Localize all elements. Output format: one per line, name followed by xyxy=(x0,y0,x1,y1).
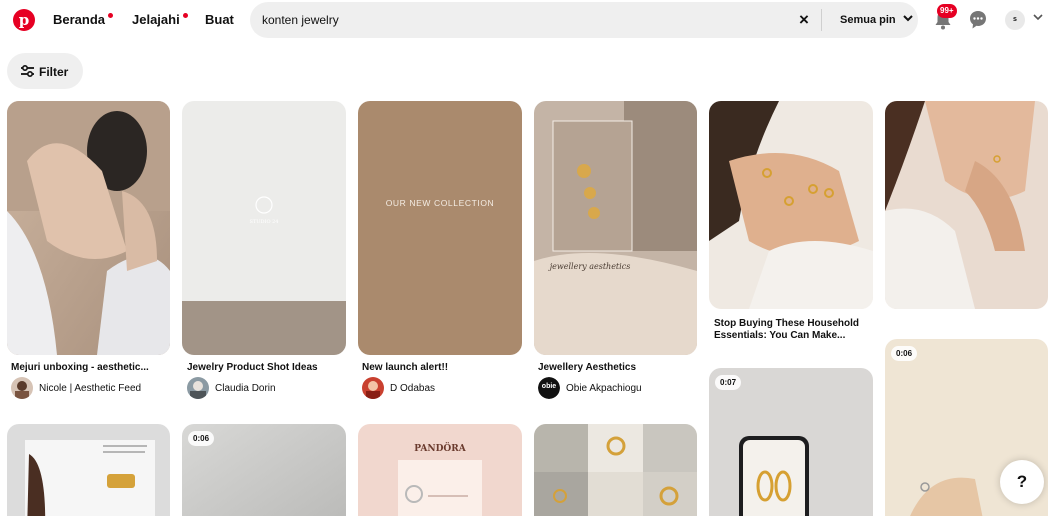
top-navigation-bar: p Beranda Jelajahi Buat konten jewelry ×… xyxy=(0,0,1048,40)
pin-card-image[interactable]: jewellery aesthetics xyxy=(534,101,697,355)
pin-card-image[interactable]: 0:06 xyxy=(182,424,346,516)
nav-explore[interactable]: Jelajahi xyxy=(132,12,188,27)
pin-card-image[interactable] xyxy=(709,101,873,309)
search-scope-dropdown[interactable]: Semua pin xyxy=(840,14,913,26)
nav-explore-label: Jelajahi xyxy=(132,12,180,27)
search-input[interactable]: konten jewelry xyxy=(262,13,339,27)
pin-card-image[interactable] xyxy=(534,424,697,516)
pin-title[interactable]: New launch alert!! xyxy=(362,362,519,374)
pin-title[interactable]: Mejuri unboxing - aesthetic... xyxy=(11,362,168,374)
pin-author-avatar[interactable] xyxy=(187,377,209,399)
pin-card-image[interactable]: OUR NEW COLLECTION xyxy=(358,101,522,355)
collection-overlay-text: OUR NEW COLLECTION xyxy=(386,198,495,208)
nav-create[interactable]: Buat xyxy=(205,12,234,27)
nav-home-label: Beranda xyxy=(53,12,106,27)
filter-button[interactable]: Filter xyxy=(7,53,83,89)
video-duration-badge: 0:06 xyxy=(188,431,215,446)
help-button[interactable]: ? xyxy=(1000,460,1044,504)
product-shot-photo: STUDIO 24 xyxy=(182,101,346,355)
search-bar[interactable]: konten jewelry × Semua pin xyxy=(250,2,918,38)
pin-card-image[interactable] xyxy=(885,101,1048,309)
video-duration-badge: 0:07 xyxy=(715,375,742,390)
nav-create-label: Buat xyxy=(205,12,234,27)
notifications-badge: 99+ xyxy=(937,4,957,18)
rings-hands-photo xyxy=(709,101,873,309)
pin-author-avatar[interactable] xyxy=(362,377,384,399)
nav-home[interactable]: Beranda xyxy=(53,12,114,27)
user-avatar[interactable]: s xyxy=(1005,10,1025,30)
pinterest-logo-icon[interactable]: p xyxy=(13,9,35,31)
obie-logo-text: obie xyxy=(541,383,557,390)
pin-author-name[interactable]: Obie Akpachiogu xyxy=(566,383,642,394)
pin-author-name[interactable]: Claudia Dorin xyxy=(215,383,276,394)
pandora-ad-photo: PANDÖRA xyxy=(358,424,522,516)
home-notification-dot xyxy=(108,13,114,18)
studio-logo-text: STUDIO 24 xyxy=(249,219,278,225)
ring-brochure-photo xyxy=(7,424,170,516)
neck-hand-photo xyxy=(885,101,1048,309)
filter-label: Filter xyxy=(39,65,69,79)
pin-title[interactable]: Jewellery Aesthetics xyxy=(538,362,695,374)
pin-author-avatar[interactable]: obie xyxy=(538,377,560,399)
new-collection-photo: OUR NEW COLLECTION xyxy=(358,101,522,355)
search-scope-label: Semua pin xyxy=(840,14,896,26)
hands-photo xyxy=(7,101,170,355)
search-divider xyxy=(821,9,822,31)
pin-title-line[interactable]: Essentials: You Can Make... xyxy=(714,330,871,342)
phone-earrings-photo xyxy=(709,368,873,516)
video-duration-badge: 0:06 xyxy=(891,346,918,361)
jewellery-aesthetics-photo: jewellery aesthetics xyxy=(534,101,697,355)
pin-card-image[interactable] xyxy=(7,101,170,355)
gold-earrings-collage-photo xyxy=(534,424,697,516)
clear-search-icon[interactable]: × xyxy=(799,10,809,30)
pin-card-image[interactable] xyxy=(7,424,170,516)
pin-author-name[interactable]: Nicole | Aesthetic Feed xyxy=(39,383,141,394)
jewellery-aesthetics-overlay-text: jewellery aesthetics xyxy=(548,262,631,271)
pin-card-image[interactable]: STUDIO 24 xyxy=(182,101,346,355)
pin-author-name[interactable]: D Odabas xyxy=(390,383,435,394)
pin-title[interactable]: Jewelry Product Shot Ideas xyxy=(187,362,344,374)
pin-author-avatar[interactable] xyxy=(11,377,33,399)
pin-title-line[interactable]: Stop Buying These Household xyxy=(714,318,871,330)
pin-card-image[interactable]: PANDÖRA xyxy=(358,424,522,516)
pin-card-image[interactable]: 0:07 xyxy=(709,368,873,516)
chevron-down-icon xyxy=(902,15,913,22)
sliders-icon xyxy=(21,65,34,77)
messages-icon[interactable] xyxy=(969,10,987,30)
explore-notification-dot xyxy=(182,13,188,18)
account-chevron-down-icon[interactable] xyxy=(1033,14,1043,21)
